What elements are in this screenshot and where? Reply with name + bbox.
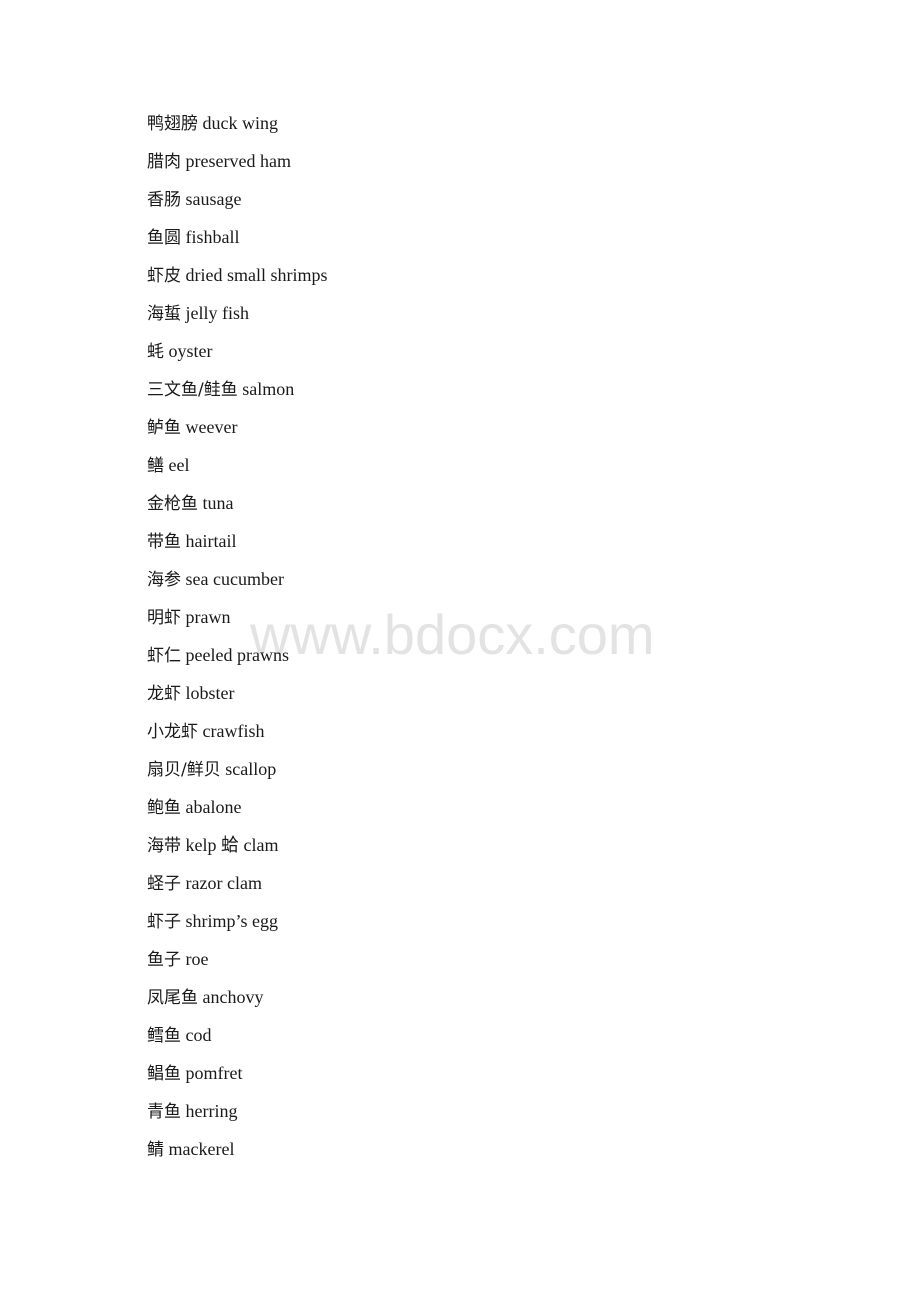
list-item: 鲍鱼 abalone [147,793,328,831]
chinese-term: 鳝 [147,456,164,476]
list-item: 鲳鱼 pomfret [147,1059,328,1097]
list-item: 蚝 oyster [147,337,328,375]
chinese-term: 鲭 [147,1140,164,1160]
list-item: 鱼子 roe [147,945,328,983]
chinese-term: 鲳鱼 [147,1064,181,1084]
chinese-term: 蛏子 [147,874,181,894]
english-term: anchovy [202,987,264,1007]
list-item: 鱼圆 fishball [147,223,328,261]
english-term: preserved ham [185,151,291,171]
chinese-term: 蚝 [147,342,164,362]
list-item: 虾子 shrimp’s egg [147,907,328,945]
list-item: 三文鱼/鲑鱼 salmon [147,375,328,413]
chinese-term: 腊肉 [147,152,181,172]
chinese-term: 金枪鱼 [147,494,198,514]
english-term: shrimp’s egg [185,911,279,931]
chinese-term: 明虾 [147,608,181,628]
chinese-term: 虾皮 [147,266,181,286]
list-item: 小龙虾 crawfish [147,717,328,755]
chinese-term: 鳕鱼 [147,1026,181,1046]
list-item: 海蜇 jelly fish [147,299,328,337]
english-term: scallop [225,759,277,779]
list-item: 明虾 prawn [147,603,328,641]
list-item: 青鱼 herring [147,1097,328,1135]
english-term: abalone [185,797,242,817]
chinese-term: 海带 [147,836,181,856]
list-item: 蛏子 razor clam [147,869,328,907]
list-item: 扇贝/鲜贝 scallop [147,755,328,793]
list-item: 鲈鱼 weever [147,413,328,451]
english-term: sausage [185,189,242,209]
english-term: sea cucumber [185,569,284,589]
english-term: lobster [185,683,235,703]
list-item: 鳝 eel [147,451,328,489]
english-term: dried small shrimps [185,265,328,285]
english-term: tuna [202,493,234,513]
list-item: 金枪鱼 tuna [147,489,328,527]
list-item: 带鱼 hairtail [147,527,328,565]
english-term: kelp 蛤 clam [185,835,279,855]
english-term: pomfret [185,1063,243,1083]
document-page: www.bdocx.com 鸭翅膀 duck wing 腊肉 preserved… [0,0,920,1302]
list-item: 腊肉 preserved ham [147,147,328,185]
list-item: 凤尾鱼 anchovy [147,983,328,1021]
list-item: 虾皮 dried small shrimps [147,261,328,299]
chinese-term: 带鱼 [147,532,181,552]
english-term: weever [185,417,238,437]
chinese-term: 虾仁 [147,646,181,666]
list-item: 香肠 sausage [147,185,328,223]
list-item: 龙虾 lobster [147,679,328,717]
chinese-term: 鱼圆 [147,228,181,248]
chinese-term: 三文鱼/鲑鱼 [147,380,238,400]
chinese-term: 香肠 [147,190,181,210]
english-term: crawfish [202,721,265,741]
english-term: herring [185,1101,238,1121]
english-term: duck wing [202,113,279,133]
chinese-term: 扇贝/鲜贝 [147,760,221,780]
english-term: hairtail [185,531,237,551]
list-item: 虾仁 peeled prawns [147,641,328,679]
english-term: roe [185,949,209,969]
english-term: eel [168,455,190,475]
english-term: fishball [185,227,240,247]
chinese-term: 青鱼 [147,1102,181,1122]
list-item: 鲭 mackerel [147,1135,328,1173]
english-term: jelly fish [185,303,250,323]
english-term: salmon [242,379,295,399]
english-term: oyster [168,341,213,361]
english-term: razor clam [185,873,262,893]
english-term: mackerel [168,1139,235,1159]
chinese-term: 鲍鱼 [147,798,181,818]
vocabulary-list: 鸭翅膀 duck wing 腊肉 preserved ham 香肠 sausag… [147,109,328,1173]
english-term: peeled prawns [185,645,289,665]
list-item: 海参 sea cucumber [147,565,328,603]
chinese-term: 鱼子 [147,950,181,970]
list-item: 鸭翅膀 duck wing [147,109,328,147]
list-item: 海带 kelp 蛤 clam [147,831,328,869]
chinese-term: 海参 [147,570,181,590]
chinese-term: 海蜇 [147,304,181,324]
chinese-term: 鲈鱼 [147,418,181,438]
english-term: cod [185,1025,212,1045]
chinese-term: 小龙虾 [147,722,198,742]
chinese-term: 鸭翅膀 [147,114,198,134]
english-term: prawn [185,607,231,627]
list-item: 鳕鱼 cod [147,1021,328,1059]
chinese-term: 龙虾 [147,684,181,704]
chinese-term: 凤尾鱼 [147,988,198,1008]
chinese-term: 虾子 [147,912,181,932]
